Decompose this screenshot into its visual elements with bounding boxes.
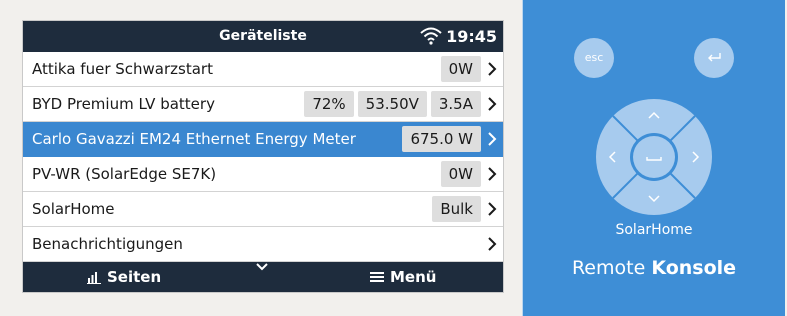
value-chip: 53.50V: [357, 91, 427, 117]
value-chip: 675.0 W: [402, 126, 481, 152]
pages-button[interactable]: Seiten: [87, 262, 161, 292]
list-item-label: SolarHome: [32, 200, 115, 218]
bar-chart-icon: [87, 271, 101, 284]
list-item-label: BYD Premium LV battery: [32, 95, 215, 113]
menu-label: Menü: [390, 268, 437, 286]
top-bar: Geräteliste 19:45: [23, 21, 503, 52]
chevron-right-icon: [488, 167, 497, 181]
chevron-right-icon: [488, 132, 497, 146]
value-chip: 3.5A: [430, 91, 481, 117]
list-item-label: Benachrichtigungen: [32, 235, 183, 253]
pages-label: Seiten: [107, 268, 162, 286]
list-item-label: PV-WR (SolarEdge SE7K): [32, 165, 217, 183]
chevron-right-icon: [488, 97, 497, 111]
device-list: Attika fuer Schwarzstart 0W BYD Premium …: [23, 52, 503, 262]
wifi-icon: [420, 27, 442, 45]
brand-title: Remote Konsole: [523, 257, 785, 279]
list-item[interactable]: Attika fuer Schwarzstart 0W: [23, 52, 503, 87]
clock: 19:45: [446, 27, 497, 46]
chevron-right-icon: [488, 237, 497, 251]
brand-regular: Remote: [571, 257, 646, 279]
list-item-label: Attika fuer Schwarzstart: [32, 60, 213, 78]
brand-bold: Konsole: [651, 257, 737, 279]
list-item-label: Carlo Gavazzi EM24 Ethernet Energy Meter: [32, 130, 356, 148]
hamburger-icon: [370, 272, 384, 282]
device-name: SolarHome: [615, 222, 693, 238]
chevron-right-icon: [488, 62, 497, 76]
list-item[interactable]: BYD Premium LV battery 72% 53.50V 3.5A: [23, 87, 503, 122]
value-chip: 72%: [304, 91, 354, 117]
dpad-icon: [596, 99, 712, 215]
list-item[interactable]: Benachrichtigungen: [23, 227, 503, 262]
value-chip: 0W: [440, 161, 481, 187]
value-chip: Bulk: [432, 196, 481, 222]
enter-button[interactable]: [694, 38, 734, 78]
return-icon: [708, 53, 721, 62]
esc-button[interactable]: esc: [574, 38, 614, 78]
bottom-bar: Seiten Menü: [23, 262, 503, 292]
list-item[interactable]: PV-WR (SolarEdge SE7K) 0W: [23, 157, 503, 192]
chevron-right-icon: [488, 202, 497, 216]
scroll-down-button[interactable]: [255, 262, 269, 272]
chevron-down-icon: [256, 263, 268, 271]
remote-console-panel: esc SolarHome Remote Konsole: [522, 0, 785, 316]
gui-panel: Geräteliste 19:45 Attika fuer Schwarzsta…: [22, 20, 504, 293]
list-item-selected[interactable]: Carlo Gavazzi EM24 Ethernet Energy Meter…: [23, 122, 503, 157]
list-item[interactable]: SolarHome Bulk: [23, 192, 503, 227]
menu-button[interactable]: Menü: [370, 262, 436, 292]
value-chip: 0W: [440, 56, 481, 82]
